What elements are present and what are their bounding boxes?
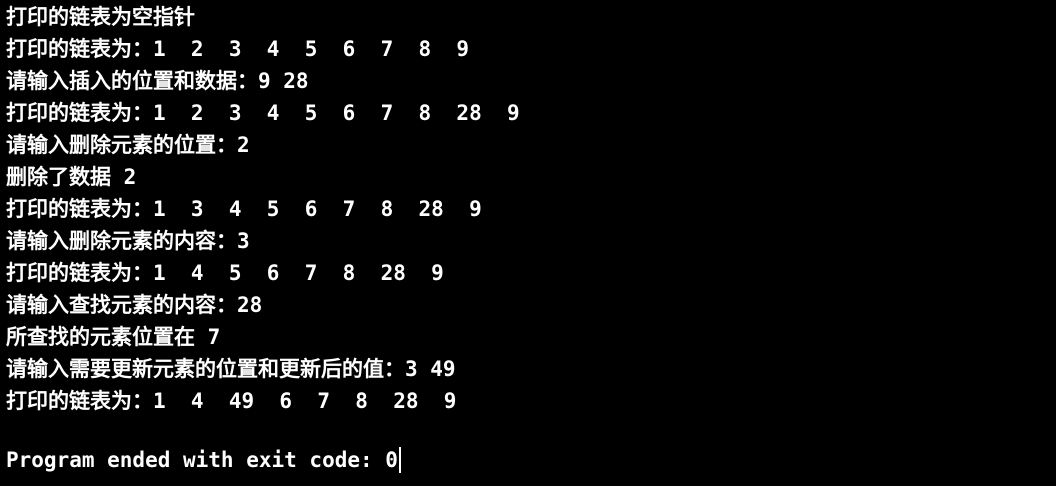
console-line-5: 请输入删除元素的位置：2 xyxy=(6,133,250,157)
console-output: 打印的链表为空指针 打印的链表为：1 2 3 4 5 6 7 8 9 请输入插入… xyxy=(6,1,1056,476)
console-line-7: 打印的链表为：1 3 4 5 6 7 8 28 9 xyxy=(6,197,482,221)
exit-status-line[interactable]: Program ended with exit code: 0 xyxy=(6,444,1056,476)
console-line-9: 打印的链表为：1 4 5 6 7 8 28 9 xyxy=(6,261,444,285)
console-line-1: 打印的链表为空指针 xyxy=(6,5,195,29)
console-line-10: 请输入查找元素的内容：28 xyxy=(6,293,263,317)
console-line-8: 请输入删除元素的内容：3 xyxy=(6,229,250,253)
text-cursor xyxy=(398,447,401,473)
console-line-13: 打印的链表为：1 4 49 6 7 8 28 9 xyxy=(6,389,457,413)
console-line-6: 删除了数据 2 xyxy=(6,165,137,189)
console-line-3: 请输入插入的位置和数据：9 28 xyxy=(6,69,309,93)
console-line-11: 所查找的元素位置在 7 xyxy=(6,325,221,349)
console-line-2: 打印的链表为：1 2 3 4 5 6 7 8 9 xyxy=(6,37,470,61)
exit-message: Program ended with exit code: 0 xyxy=(6,448,398,472)
console-line-4: 打印的链表为：1 2 3 4 5 6 7 8 28 9 xyxy=(6,101,520,125)
console-line-12: 请输入需要更新元素的位置和更新后的值：3 49 xyxy=(6,357,456,381)
